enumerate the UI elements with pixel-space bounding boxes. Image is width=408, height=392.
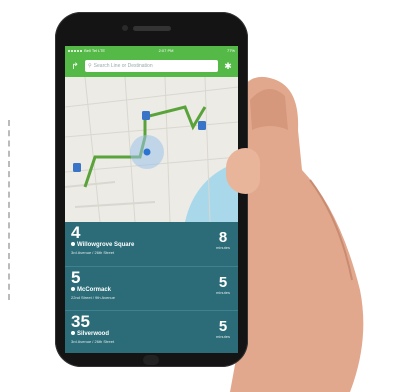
battery-label: 77% bbox=[226, 48, 235, 53]
stop-dot-icon bbox=[71, 287, 75, 292]
arrival-row[interactable]: 35 Silverwood 3rd Avenue / 26th Street 5… bbox=[65, 310, 238, 353]
search-placeholder: Search Line or Destination bbox=[93, 63, 153, 69]
phone-device: Bell Tel LTE 2:07 PM 77% ↱ ⚲ Search Line… bbox=[55, 12, 248, 367]
settings-icon[interactable]: ✱ bbox=[222, 60, 234, 72]
stop-streets: 22nd Street / 9th Avenue bbox=[71, 295, 115, 300]
arrival-time: 8 minutes bbox=[215, 229, 230, 250]
carrier-label: Bell Tel LTE bbox=[68, 48, 105, 53]
stop-name: Willowgrove Square bbox=[71, 242, 232, 248]
search-input[interactable]: ⚲ Search Line or Destination bbox=[85, 60, 218, 72]
arrival-time: 5 minutes bbox=[215, 318, 230, 339]
status-bar: Bell Tel LTE 2:07 PM 77% bbox=[65, 46, 238, 55]
thumb-overlay bbox=[226, 148, 260, 194]
stop-dot-icon bbox=[71, 242, 75, 247]
map-canvas bbox=[65, 77, 238, 222]
route-number: 5 bbox=[71, 268, 81, 287]
arrival-row[interactable]: 4 Willowgrove Square 3rd Avenue / 26th S… bbox=[65, 222, 238, 266]
front-camera bbox=[122, 25, 128, 31]
bus-stop-pin bbox=[73, 163, 81, 172]
directions-icon[interactable]: ↱ bbox=[69, 60, 81, 72]
map-view[interactable] bbox=[65, 77, 238, 222]
current-location-dot bbox=[143, 148, 151, 156]
app-header: ↱ ⚲ Search Line or Destination ✱ bbox=[65, 55, 238, 77]
bus-stop-pin bbox=[142, 111, 150, 120]
earpiece-speaker bbox=[133, 26, 171, 31]
search-icon: ⚲ bbox=[88, 63, 92, 69]
app-screen: Bell Tel LTE 2:07 PM 77% ↱ ⚲ Search Line… bbox=[65, 46, 238, 353]
route-number: 35 bbox=[71, 312, 90, 331]
dashed-guide-line bbox=[8, 120, 12, 300]
stop-streets: 3rd Avenue / 26th Street bbox=[71, 250, 115, 255]
stop-name: McCormack bbox=[71, 287, 232, 293]
arrival-row[interactable]: 5 McCormack 22nd Street / 9th Avenue 5 mi… bbox=[65, 266, 238, 310]
bus-stop-pin bbox=[198, 121, 206, 130]
stop-name: Silverwood bbox=[71, 331, 232, 337]
arrival-time: 5 minutes bbox=[215, 274, 230, 295]
signal-icon bbox=[68, 48, 83, 53]
status-time: 2:07 PM bbox=[158, 48, 174, 53]
arrivals-list: 4 Willowgrove Square 3rd Avenue / 26th S… bbox=[65, 222, 238, 353]
home-button[interactable] bbox=[143, 355, 159, 365]
stop-streets: 3rd Avenue / 26th Street bbox=[71, 339, 115, 344]
route-number: 4 bbox=[71, 223, 81, 242]
stop-dot-icon bbox=[71, 331, 75, 336]
